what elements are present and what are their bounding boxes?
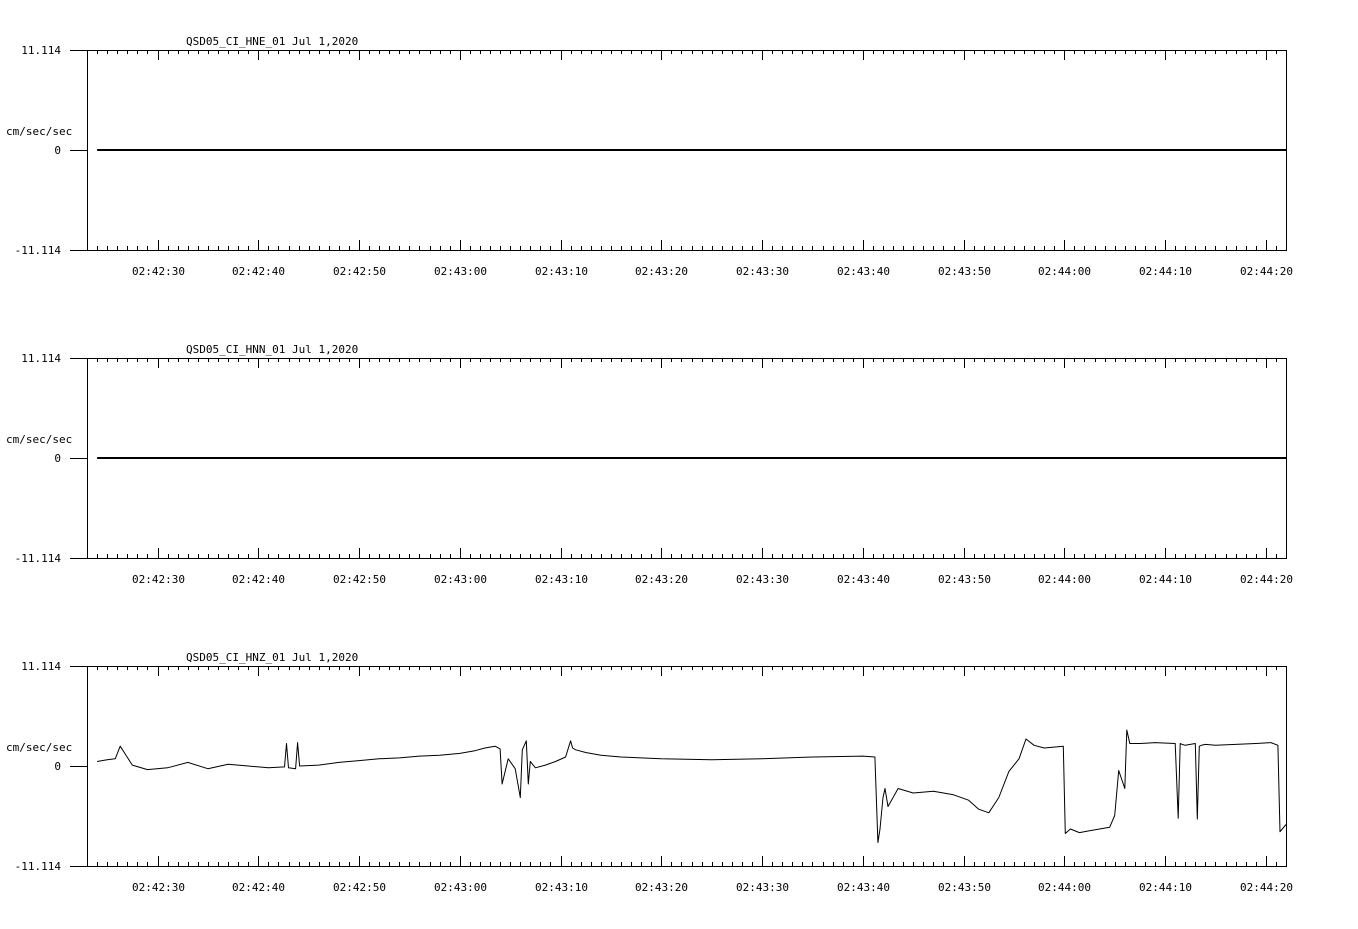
x-tick-label: 02:43:10 [535, 265, 588, 278]
x-tick-label: 02:44:10 [1139, 265, 1192, 278]
y-axis-label: cm/sec/sec [6, 125, 72, 138]
x-tick-label: 02:43:30 [736, 265, 789, 278]
y-tick-label-max: 11.114 [21, 660, 61, 673]
y-axis-label: cm/sec/sec [6, 433, 72, 446]
x-tick-label: 02:43:50 [938, 573, 991, 586]
x-tick-label: 02:42:50 [333, 881, 386, 894]
x-tick-label: 02:43:30 [736, 881, 789, 894]
x-tick-label: 02:43:50 [938, 265, 991, 278]
x-tick-label: 02:43:10 [535, 881, 588, 894]
y-tick-label-min: -11.114 [15, 860, 62, 873]
series-trace [97, 729, 1287, 843]
x-tick-label: 02:44:20 [1240, 573, 1293, 586]
y-tick-label-min: -11.114 [15, 552, 62, 565]
x-tick-label: 02:43:30 [736, 573, 789, 586]
y-tick-label-zero: 0 [54, 760, 61, 773]
x-tick-label: 02:43:00 [434, 881, 487, 894]
y-tick-label-zero: 0 [54, 144, 61, 157]
x-tick-label: 02:42:50 [333, 265, 386, 278]
x-tick-label: 02:43:20 [635, 881, 688, 894]
x-tick-label: 02:43:10 [535, 573, 588, 586]
x-tick-label: 02:42:40 [232, 265, 285, 278]
y-tick-label-zero: 0 [54, 452, 61, 465]
x-tick-label: 02:43:20 [635, 573, 688, 586]
panel-3: QSD05_CI_HNZ_01 Jul 1,2020 11.114 0 -11.114… [6, 651, 1293, 894]
x-tick-label: 02:44:10 [1139, 881, 1192, 894]
x-tick-label: 02:44:20 [1240, 881, 1293, 894]
chart-title: QSD05_CI_HNZ_01 Jul 1,2020 [186, 651, 358, 664]
x-tick-label: 02:42:50 [333, 573, 386, 586]
panel-2: QSD05_CI_HNN_01 Jul 1,2020 11.114 0 -11.114… [6, 343, 1293, 586]
x-tick-label: 02:43:40 [837, 881, 890, 894]
x-tick-label: 02:42:30 [132, 573, 185, 586]
x-tick-label: 02:44:20 [1240, 265, 1293, 278]
y-axis-label: cm/sec/sec [6, 741, 72, 754]
y-tick-label-max: 11.114 [21, 352, 61, 365]
x-tick-label: 02:43:40 [837, 265, 890, 278]
x-tick-label: 02:44:00 [1038, 573, 1091, 586]
x-tick-label: 02:42:30 [132, 265, 185, 278]
y-tick-label-min: -11.114 [15, 244, 62, 257]
x-tick-label: 02:44:10 [1139, 573, 1192, 586]
plot-frame [87, 666, 1287, 867]
y-tick-label-max: 11.114 [21, 44, 61, 57]
x-tick-label: 02:43:40 [837, 573, 890, 586]
chart-title: QSD05_CI_HNE_01 Jul 1,2020 [186, 35, 358, 48]
x-tick-label: 02:43:50 [938, 881, 991, 894]
x-tick-label: 02:42:40 [232, 881, 285, 894]
seismogram-figure: QSD05_CI_HNE_01 Jul 1,2020 11.114 0 -11.114… [0, 0, 1358, 924]
x-tick-label: 02:44:00 [1038, 265, 1091, 278]
chart-title: QSD05_CI_HNN_01 Jul 1,2020 [186, 343, 358, 356]
x-tick-label: 02:44:00 [1038, 881, 1091, 894]
panel-1: QSD05_CI_HNE_01 Jul 1,2020 11.114 0 -11.114… [6, 35, 1293, 278]
x-tick-label: 02:42:40 [232, 573, 285, 586]
x-tick-label: 02:43:00 [434, 265, 487, 278]
x-tick-label: 02:42:30 [132, 881, 185, 894]
x-tick-label: 02:43:00 [434, 573, 487, 586]
x-tick-label: 02:43:20 [635, 265, 688, 278]
seismogram-svg: QSD05_CI_HNE_01 Jul 1,2020 11.114 0 -11.114… [6, 35, 1293, 894]
